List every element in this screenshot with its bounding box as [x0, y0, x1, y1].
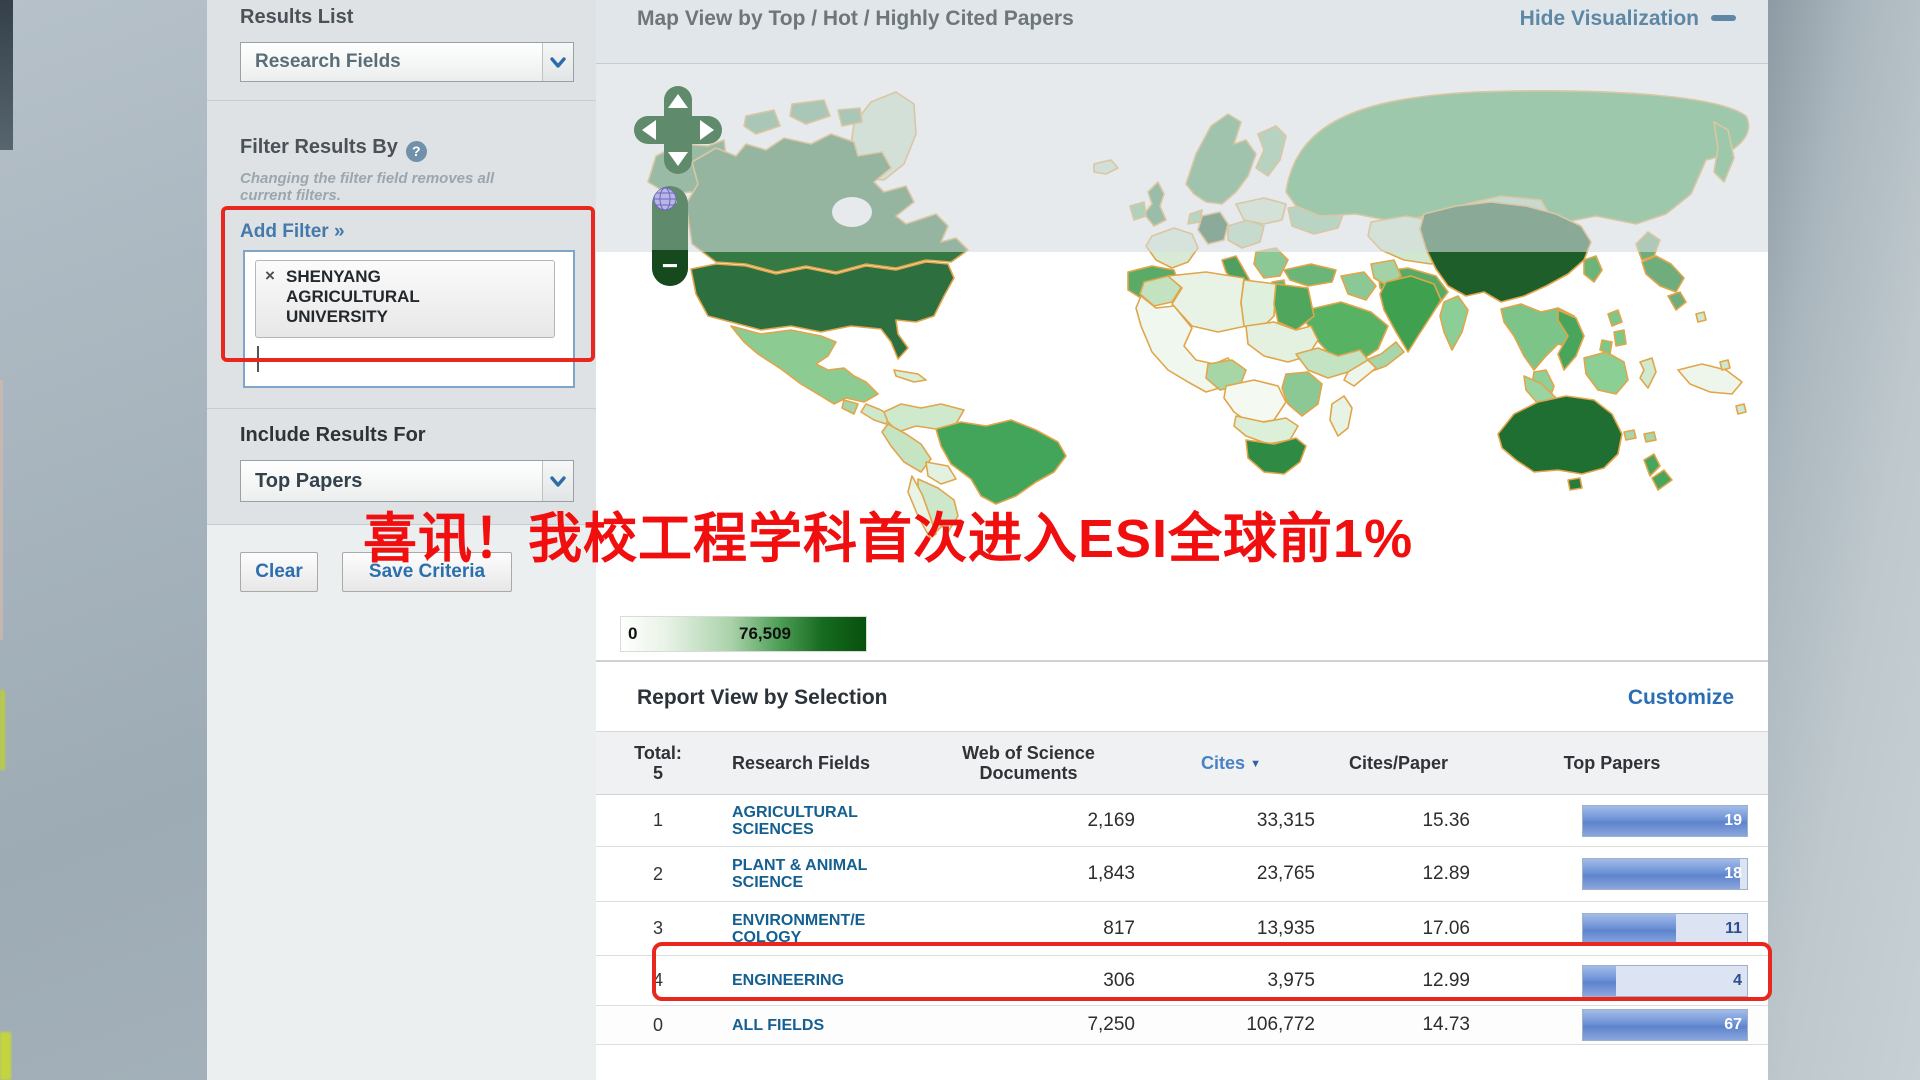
bar-fill [1583, 859, 1740, 889]
top-papers-bar: 19 [1582, 805, 1748, 837]
top-papers-value: 18 [1724, 859, 1742, 889]
row-rank: 0 [620, 1015, 696, 1036]
sort-descending-icon: ▼ [1250, 758, 1261, 770]
filter-note: Changing the filter field removes all cu… [240, 170, 550, 204]
cites-per-paper-value: 14.73 [1321, 1014, 1476, 1036]
clear-button[interactable]: Clear [240, 552, 318, 592]
cites-per-paper-value: 15.36 [1321, 810, 1476, 832]
background-photo-left [0, 0, 207, 1080]
wos-documents-value: 1,843 [916, 863, 1141, 885]
sidebar-lower-section [207, 525, 596, 1080]
map-header-bar: Map View by Top / Hot / Highly Cited Pap… [596, 0, 1768, 64]
research-field-link[interactable]: PLANT & ANIMALSCIENCE [696, 857, 916, 891]
hide-visualization-link[interactable]: Hide Visualization [1520, 7, 1736, 31]
column-wos-documents: Web of Science Documents [916, 743, 1141, 783]
background-photo-right [1768, 0, 1920, 1080]
column-top-papers: Top Papers [1476, 753, 1748, 773]
photo-foliage [0, 690, 5, 770]
help-icon[interactable]: ? [406, 141, 427, 162]
top-papers-bar-cell: 67 [1476, 1009, 1748, 1041]
bar-fill [1583, 806, 1747, 836]
top-papers-value: 11 [1725, 914, 1742, 944]
legend-min-value: 0 [628, 624, 637, 644]
choropleth-legend: 0 76,509 [620, 616, 867, 652]
wos-header-line: Web of Science [916, 743, 1141, 763]
table-row: 0ALL FIELDS7,250106,77214.73 67 [596, 1006, 1768, 1045]
map-view-title: Map View by Top / Hot / Highly Cited Pap… [637, 7, 1074, 31]
wos-documents-value: 7,250 [916, 1014, 1141, 1036]
table-header-row: Total: 5 Research Fields Web of Science … [596, 731, 1768, 795]
cites-label: Cites [1201, 753, 1245, 773]
results-list-heading: Results List [240, 6, 353, 29]
report-view-title: Report View by Selection [637, 686, 888, 710]
row-rank: 2 [620, 864, 696, 885]
annotation-box-filter [221, 206, 595, 362]
filter-results-label: Filter Results By [240, 136, 398, 158]
results-list-select[interactable]: Research Fields [240, 42, 574, 82]
bar-fill [1583, 1010, 1747, 1040]
top-papers-bar-cell: 11 [1476, 913, 1748, 945]
include-results-selected-value: Top Papers [241, 470, 542, 493]
research-field-link[interactable]: ENVIRONMENT/ECOLOGY [696, 912, 916, 946]
research-field-link[interactable]: ALL FIELDS [696, 1017, 916, 1034]
results-list-selected-value: Research Fields [241, 51, 542, 73]
cites-value: 23,765 [1141, 863, 1321, 885]
photo-dark-corner [0, 0, 13, 150]
total-header: Total: 5 [620, 743, 696, 783]
table-row: 2PLANT & ANIMALSCIENCE1,84323,76512.89 18 [596, 847, 1768, 902]
cites-value: 13,935 [1141, 918, 1321, 940]
wos-documents-value: 817 [916, 918, 1141, 940]
customize-link[interactable]: Customize [1628, 686, 1734, 710]
map-zoom-control: + − [652, 186, 688, 286]
top-papers-value: 19 [1724, 806, 1742, 836]
cites-value: 106,772 [1141, 1014, 1321, 1036]
report-table-body: 1AGRICULTURALSCIENCES2,16933,31515.36 19 2… [596, 795, 1768, 1045]
total-label: Total: [620, 743, 696, 763]
globe-reset-button[interactable] [652, 218, 688, 250]
zoom-out-button[interactable]: − [652, 250, 688, 286]
include-results-heading: Include Results For [240, 424, 426, 447]
bar-fill [1583, 914, 1676, 944]
top-papers-bar-cell: 19 [1476, 805, 1748, 837]
row-rank: 3 [620, 918, 696, 939]
hide-visualization-label: Hide Visualization [1520, 7, 1699, 30]
table-row: 1AGRICULTURALSCIENCES2,16933,31515.36 19 [596, 795, 1768, 847]
esi-screenshot: Results List Research Fields Filter Resu… [0, 0, 1920, 1080]
total-count: 5 [620, 763, 696, 783]
legend-max-value: 76,509 [739, 624, 791, 644]
filter-results-heading: Filter Results By? [240, 136, 427, 162]
row-rank: 1 [620, 810, 696, 831]
wos-header-line: Documents [916, 763, 1141, 783]
wos-documents-value: 2,169 [916, 810, 1141, 832]
cites-value: 33,315 [1141, 810, 1321, 832]
headline-banner: 喜讯！我校工程学科首次进入ESI全球前1% [363, 494, 1413, 573]
research-field-link[interactable]: AGRICULTURALSCIENCES [696, 804, 916, 838]
top-papers-bar-cell: 18 [1476, 858, 1748, 890]
report-section: Report View by Selection Customize Total… [596, 661, 1768, 1080]
divider [207, 408, 596, 409]
annotation-box-engineering-row [652, 942, 1772, 1001]
top-papers-bar: 18 [1582, 858, 1748, 890]
photo-artifact [0, 380, 3, 640]
divider [207, 100, 596, 101]
photo-foliage [0, 1032, 11, 1080]
top-papers-bar: 11 [1582, 913, 1748, 945]
top-papers-bar: 67 [1582, 1009, 1748, 1041]
column-cites-per-paper: Cites/Paper [1321, 753, 1476, 773]
minimize-icon [1711, 15, 1736, 21]
chevron-down-icon[interactable] [542, 43, 573, 81]
cites-per-paper-value: 12.89 [1321, 863, 1476, 885]
column-cites-sort[interactable]: Cites ▼ [1141, 753, 1321, 774]
top-papers-value: 67 [1724, 1010, 1742, 1040]
column-research-fields: Research Fields [696, 753, 916, 774]
map-top-overlay-band [596, 64, 1768, 252]
globe-icon [652, 186, 678, 212]
map-pan-control[interactable] [632, 84, 724, 176]
cites-per-paper-value: 17.06 [1321, 918, 1476, 940]
